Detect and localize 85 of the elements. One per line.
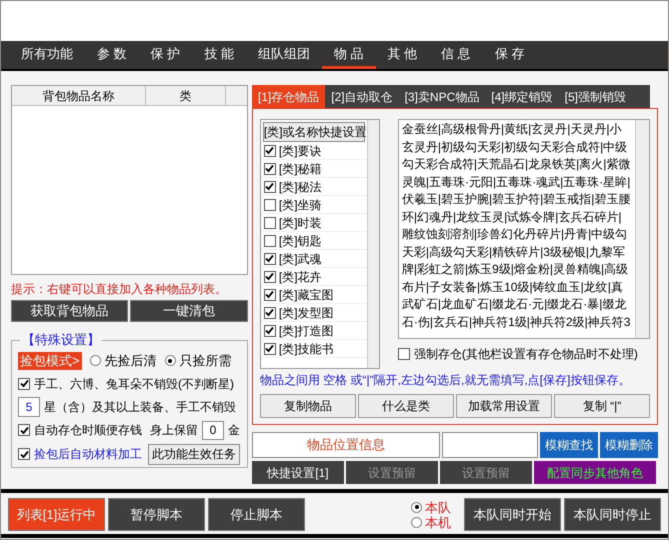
button[interactable]: 本队同时开始 <box>464 498 561 531</box>
column-header[interactable]: 类 <box>146 86 226 105</box>
unit-label: 金 <box>228 422 240 439</box>
checkbox[interactable] <box>264 288 276 300</box>
button[interactable]: 停止脚本 <box>208 498 305 531</box>
checkbox[interactable] <box>264 180 276 192</box>
button[interactable]: [类]或名称快捷设置 <box>262 122 365 142</box>
button[interactable]: 快捷设置[1] <box>252 461 344 484</box>
checkbox[interactable] <box>18 424 30 436</box>
checkbox[interactable] <box>264 252 276 264</box>
nav-tab[interactable]: 参 数 <box>85 41 139 69</box>
button[interactable]: 获取背包物品 <box>11 300 128 322</box>
checkbox[interactable] <box>264 324 276 336</box>
checkbox[interactable] <box>18 448 30 460</box>
radio-button[interactable] <box>164 355 176 366</box>
nav-tab[interactable]: 物 品 <box>322 41 376 69</box>
category-label: [类]技能书 <box>278 340 334 358</box>
button[interactable]: 加载常用设置 <box>456 394 552 418</box>
checkbox-label: 手工、六博、兔耳朵不销毁(不判断星) <box>34 376 234 392</box>
radio-button[interactable] <box>90 355 101 366</box>
checkbox[interactable] <box>264 216 276 228</box>
category-label: [类]花卉 <box>278 268 322 286</box>
radio-button[interactable] <box>411 516 422 528</box>
button[interactable]: 列表[1]运行中 <box>8 498 105 531</box>
button[interactable]: 一键清包 <box>130 300 248 322</box>
radio-label: 本队 <box>425 500 451 514</box>
checkbox[interactable] <box>398 348 410 360</box>
category-label: [类]打造图 <box>278 322 334 340</box>
button[interactable]: 复制物品 <box>260 394 356 418</box>
category-label: [类]要诀 <box>278 142 322 160</box>
mode-label: 捡包模式> <box>18 352 82 370</box>
star-label: 星（含）及其以上装备、手工不销毁 <box>44 398 236 416</box>
checkbox[interactable] <box>264 270 276 282</box>
option-label: 只捡所需 <box>180 352 232 370</box>
category-label: [类]秘法 <box>278 178 322 196</box>
checkbox[interactable] <box>18 378 30 390</box>
nav-tab[interactable]: 其 他 <box>376 41 430 69</box>
checkbox[interactable] <box>264 342 276 354</box>
button[interactable]: 配置同步其他角色 <box>534 461 656 484</box>
nav-tab[interactable]: 组队组团 <box>246 41 322 69</box>
button[interactable]: 此功能生效任务 <box>148 444 240 464</box>
keep-input[interactable]: 0 <box>202 420 224 440</box>
checkbox-label: 强制存仓(其他栏设置有存仓物品时不处理) <box>414 346 638 363</box>
items-text: 金蚕丝|高级根骨丹|黄纸|玄灵丹|天灵丹|小玄灵丹|初级勾天彩|初级勾天彩合成符|中级勾天彩合成符|天荒晶石|龙泉铁英|离火|紫微灵魄|五毒珠·元阳|五毒珠·魂武|五毒珠·星眸|伏羲玉|碧玉护腕|碧玉护符|碧玉戒指|碧玉腰环|幻魂丹|龙纹玉灵|试炼令牌|玄兵石碎片|雕纹蚀刻溶剂|珍兽幻化丹碎片|丹青|中级勾天彩|高级勾天彩|精铁碎片|3级秘银|九黎军牌|彩虹之箭|炼玉9级|熔金粉|灵兽精魄|高级布片|子女装备|炼玉10级|铸纹血玉|龙纹|真武矿石|龙血矿石|缀龙石·元|缀龙石·暴|缀龙石·伤|玄兵石|神兵符1级|神兵符2级|神兵符3 <box>400 121 632 330</box>
category-list[interactable]: [类]或名称快捷设置 [类]要诀 [类]秘籍 [类]秘法 [类]坐骑 [类]时装 [类]钥匙 [类]武魂 [类]花卉 [类]藏宝图 [类]发型图 [类]打造图 [类]技能书 <box>260 119 380 369</box>
tab[interactable]: [1]存仓物品 <box>252 85 326 108</box>
location-field[interactable]: 物品位置信息 <box>252 432 440 458</box>
checkbox[interactable] <box>264 144 276 156</box>
nav-tab[interactable]: 保 护 <box>138 41 192 69</box>
checkbox-label: 捡包后自动材料加工 <box>34 446 142 463</box>
category-label: [类]钥匙 <box>278 232 322 250</box>
checkbox-label: 自动存仓时顺便存钱 <box>34 422 142 439</box>
scrollbar[interactable] <box>366 120 379 368</box>
scrollbar[interactable] <box>634 120 649 338</box>
category-label: [类]坐骑 <box>278 196 322 214</box>
checkbox[interactable] <box>264 162 276 174</box>
keep-label: 身上保留 <box>150 422 198 439</box>
search-input[interactable] <box>442 432 538 458</box>
radio-label: 本机 <box>425 514 451 530</box>
button[interactable]: 模糊删除 <box>600 432 658 458</box>
column-header[interactable]: 背包物品名称 <box>12 86 146 105</box>
hint-text: 提示：右键可以直接加入各种物品列表。 <box>11 281 228 297</box>
bag-list[interactable]: 背包物品名称 类 <box>11 85 248 275</box>
nav-tab[interactable]: 所有功能 <box>9 41 85 69</box>
button[interactable]: 模糊查找 <box>540 432 598 458</box>
button[interactable]: 暂停脚本 <box>108 498 205 531</box>
category-label: [类]时装 <box>278 214 322 232</box>
category-label: [类]武魂 <box>278 250 322 268</box>
button[interactable]: 复制 “|” <box>554 394 650 418</box>
checkbox[interactable] <box>264 306 276 318</box>
checkbox[interactable] <box>264 234 276 246</box>
star-input[interactable]: 5 <box>18 396 40 416</box>
nav-tab[interactable]: 信 息 <box>429 41 483 69</box>
button[interactable]: 什么是类 <box>358 394 454 418</box>
radio-button[interactable] <box>411 502 422 512</box>
tip-text: 物品之间用 空格 或“|”隔开,左边勾选后,就无需填写,点[保存]按钮保存。 <box>260 372 632 389</box>
group-title: 【特殊设置】 <box>20 332 102 348</box>
button[interactable]: 本队同时停止 <box>564 498 661 531</box>
category-label: [类]秘籍 <box>278 160 322 178</box>
option-label: 先捡后清 <box>104 352 157 370</box>
category-label: [类]发型图 <box>278 304 334 322</box>
nav-tab[interactable]: 技 能 <box>192 41 246 69</box>
category-label: [类]藏宝图 <box>278 286 334 304</box>
nav-tab[interactable]: 保 存 <box>482 41 536 69</box>
checkbox[interactable] <box>264 198 276 210</box>
